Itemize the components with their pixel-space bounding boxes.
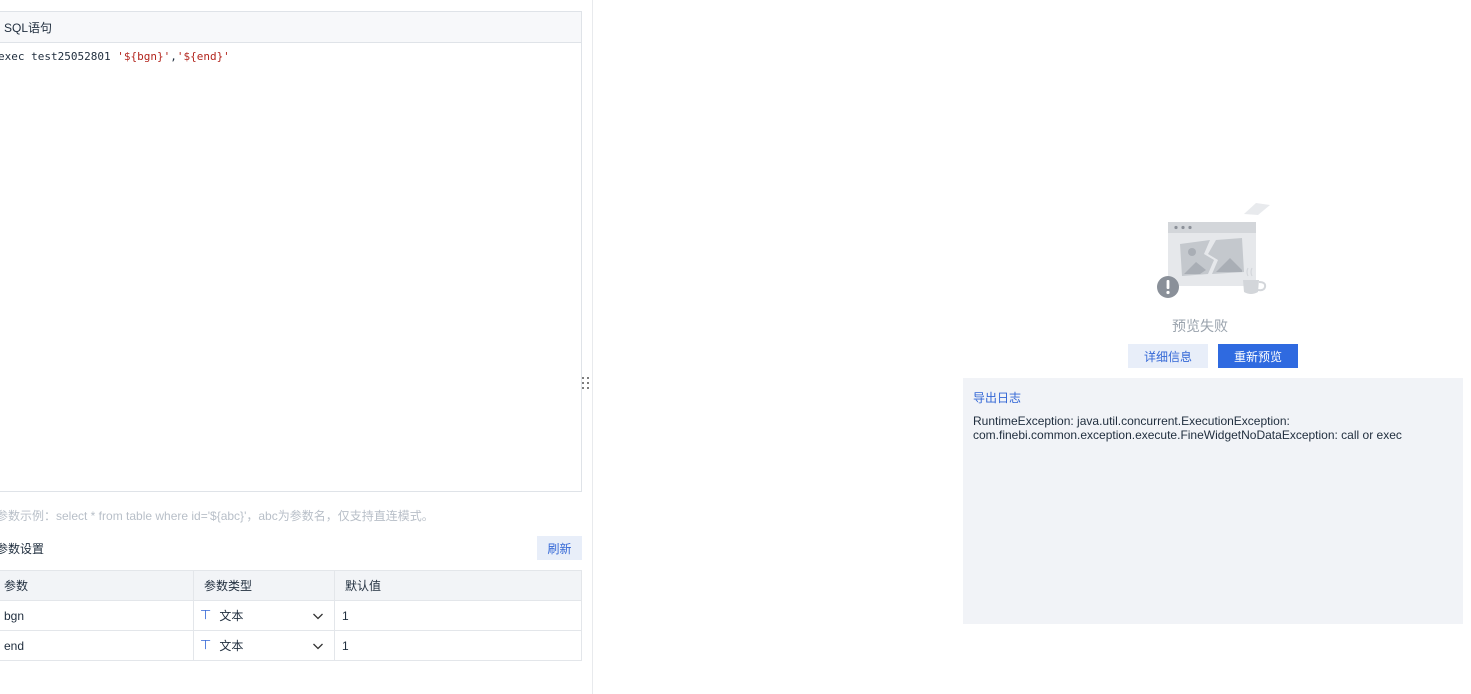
col-header-param: 参数 (0, 570, 194, 601)
param-default-input[interactable]: 1 (334, 600, 582, 631)
sql-code-separator: , (170, 50, 177, 63)
param-type-value: 文本 (219, 639, 244, 653)
sql-editor-header: SQL语句 (0, 12, 581, 43)
param-name: end (0, 630, 194, 661)
sql-code-line[interactable]: exec test25052801 '${bgn}','${end}' (0, 50, 230, 63)
sql-code-arg-end: '${end}' (176, 50, 230, 63)
param-default-input[interactable]: 1 (334, 630, 582, 661)
sql-editor[interactable]: SQL语句 exec test25052801 '${bgn}','${end}… (0, 11, 582, 492)
sql-editor-title: SQL语句 (4, 20, 53, 35)
param-type-select[interactable]: ⊤ 文本 (193, 600, 335, 631)
error-line: com.finebi.common.exception.execute.Fine… (973, 428, 1402, 442)
param-type-select[interactable]: ⊤ 文本 (193, 630, 335, 661)
chevron-down-icon[interactable] (312, 640, 324, 652)
col-header-default: 默认值 (334, 570, 582, 601)
param-type-value: 文本 (219, 609, 244, 623)
sql-dataset-panel: SQL语句 exec test25052801 '${bgn}','${end}… (0, 0, 593, 694)
detail-info-button[interactable]: 详细信息 (1128, 344, 1208, 368)
sql-code-prefix: exec test25052801 (0, 50, 118, 63)
sql-code-arg-bgn: '${bgn}' (117, 50, 171, 63)
preview-failed-text: 预览失败 (1172, 318, 1228, 334)
table-row: end ⊤ 文本 1 (0, 630, 582, 661)
param-example-hint: 参数示例：select * from table where id='${abc… (0, 509, 434, 523)
text-type-icon: ⊤ (200, 608, 212, 623)
param-table: 参数 参数类型 默认值 bgn ⊤ 文本 1 end ⊤ 文本 1 (0, 570, 582, 661)
broken-image-error-icon (1157, 203, 1270, 298)
retry-preview-button[interactable]: 重新预览 (1218, 344, 1298, 368)
col-header-param-type: 参数类型 (193, 570, 335, 601)
error-line: RuntimeException: java.util.concurrent.E… (973, 414, 1290, 428)
refresh-button[interactable]: 刷新 (537, 536, 582, 560)
error-log-panel: 导出日志 RuntimeException: java.util.concurr… (963, 378, 1463, 624)
chevron-down-icon[interactable] (312, 610, 324, 622)
error-message: RuntimeException: java.util.concurrent.E… (973, 414, 1453, 442)
panel-resize-handle[interactable] (581, 376, 591, 390)
param-name: bgn (0, 600, 194, 631)
text-type-icon: ⊤ (200, 638, 212, 653)
param-table-header: 参数 参数类型 默认值 (0, 570, 582, 601)
param-settings-title: 参数设置 (0, 542, 45, 556)
export-log-link[interactable]: 导出日志 (973, 389, 1021, 406)
table-row: bgn ⊤ 文本 1 (0, 600, 582, 631)
